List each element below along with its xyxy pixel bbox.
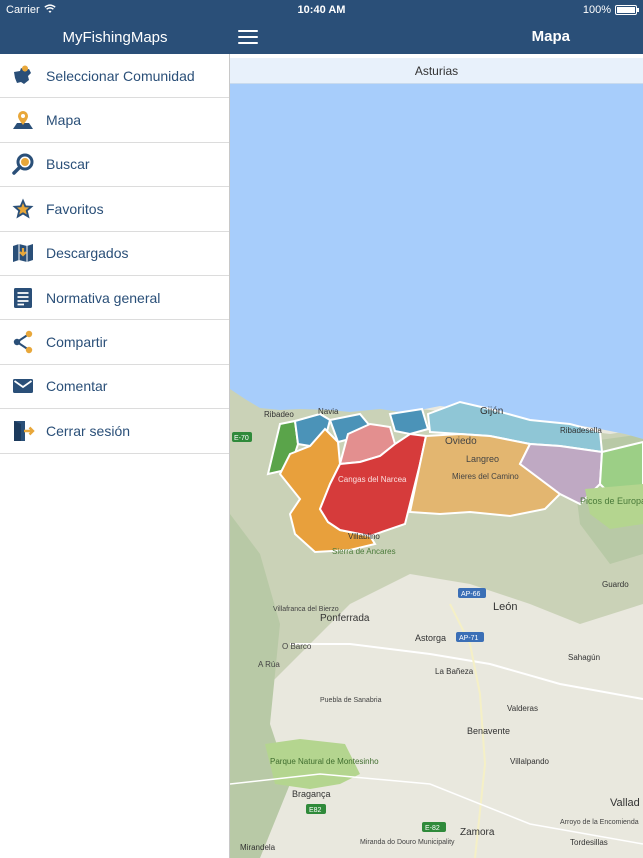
sidebar-item-buscar[interactable]: Buscar <box>0 143 229 188</box>
label-la-baneza: La Bañeza <box>435 667 474 676</box>
label-sahagun: Sahagún <box>568 653 600 662</box>
label-benavente: Benavente <box>467 726 510 736</box>
label-guardo: Guardo <box>602 580 629 589</box>
sidebar-item-label: Seleccionar Comunidad <box>46 67 195 84</box>
label-cangas: Cangas del Narcea <box>338 475 407 484</box>
label-zamora: Zamora <box>460 827 495 838</box>
label-ribadeo: Ribadeo <box>264 410 294 419</box>
map-pin-icon <box>10 107 36 133</box>
label-arroyo: Arroyo de la Encomienda <box>560 819 639 826</box>
label-montesinho: Parque Natural de Montesinho <box>270 757 379 766</box>
road-label-e82a: E82 <box>309 807 322 814</box>
sidebar-item-mapa[interactable]: Mapa <box>0 98 229 143</box>
label-braganca: Bragança <box>292 789 331 799</box>
label-navia: Navia <box>318 407 339 416</box>
label-miranda-douro: Miranda do Douro Municipality <box>360 839 455 846</box>
carrier-label: Carrier <box>6 4 40 16</box>
label-valladolid: Vallad <box>610 797 640 809</box>
sidebar-item-label: Buscar <box>46 156 90 173</box>
label-villablino: Villablino <box>348 532 380 541</box>
community-map-icon <box>10 63 36 89</box>
star-icon <box>10 196 36 222</box>
battery-icon <box>615 5 639 15</box>
road-label-ap71: AP-71 <box>459 635 479 642</box>
zone-teal-east <box>388 407 430 436</box>
menu-icon[interactable] <box>238 27 258 47</box>
label-villafranca: Villafranca del Bierzo <box>273 606 339 613</box>
label-ancares: Sierra de Ancares <box>332 547 396 556</box>
label-villalpando: Villalpando <box>510 757 550 766</box>
wifi-icon <box>43 3 56 17</box>
sidebar-item-label: Compartir <box>46 334 108 351</box>
download-map-icon <box>10 240 36 266</box>
sidebar-menu: Seleccionar Comunidad Mapa Buscar Favori… <box>0 54 229 454</box>
label-puebla-sanabria: Puebla de Sanabria <box>320 697 382 704</box>
document-icon <box>10 285 36 311</box>
sidebar-item-label: Normativa general <box>46 289 161 306</box>
sidebar-item-favoritos[interactable]: Favoritos <box>0 187 229 232</box>
mail-icon <box>10 373 36 399</box>
status-time: 10:40 AM <box>297 4 346 16</box>
label-mirandela: Mirandela <box>240 843 276 852</box>
label-arua: A Rúa <box>258 660 280 669</box>
label-tordesillas: Tordesillas <box>570 838 608 847</box>
road-label-e82b: E-82 <box>425 825 440 832</box>
sidebar-item-label: Mapa <box>46 112 82 129</box>
sidebar-item-descargados[interactable]: Descargados <box>0 232 229 276</box>
label-ribadesella: Ribadesella <box>560 426 602 435</box>
label-langreo: Langreo <box>466 454 499 464</box>
label-oviedo: Oviedo <box>445 436 477 447</box>
label-barco: O Barco <box>282 642 312 651</box>
status-bar: Carrier 10:40 AM 100% <box>0 0 643 20</box>
label-ponferrada: Ponferrada <box>320 613 370 624</box>
label-gijon: Gijón <box>480 406 503 417</box>
map-canvas[interactable]: Gijón Ribadesella Ribadeo Navia Oviedo L… <box>230 84 643 858</box>
status-left: Carrier <box>6 3 56 17</box>
page-title: Mapa <box>531 28 570 45</box>
nav-bar: Mapa <box>230 20 643 54</box>
battery-percent: 100% <box>582 4 611 16</box>
sidebar-item-compartir[interactable]: Compartir <box>0 320 229 365</box>
search-icon <box>10 151 36 177</box>
sidebar-item-seleccionar-comunidad[interactable]: Seleccionar Comunidad <box>0 54 229 99</box>
sidebar-item-cerrar-sesion[interactable]: Cerrar sesión <box>0 409 229 454</box>
region-label: Asturias <box>230 58 643 84</box>
share-icon <box>10 329 36 355</box>
main-panel: Mapa Asturias Gijón Ribadesella Ribadeo … <box>230 0 643 858</box>
sidebar: MyFishingMaps Seleccionar Comunidad Mapa… <box>0 0 230 858</box>
label-mieres: Mieres del Camino <box>452 472 519 481</box>
map-view[interactable]: Gijón Ribadesella Ribadeo Navia Oviedo L… <box>230 84 643 858</box>
sidebar-title: MyFishingMaps <box>0 20 230 54</box>
label-astorga: Astorga <box>415 633 446 643</box>
status-right: 100% <box>582 4 639 16</box>
label-picos: Picos de Europa <box>580 496 643 506</box>
label-leon: León <box>493 601 517 613</box>
road-label-e70: E-70 <box>234 435 249 442</box>
logout-icon <box>10 418 36 444</box>
sidebar-item-label: Cerrar sesión <box>46 422 131 439</box>
sidebar-item-label: Comentar <box>46 378 108 395</box>
road-label-ap66: AP-66 <box>461 591 481 598</box>
battery-level <box>617 7 635 13</box>
label-valderas: Valderas <box>507 704 538 713</box>
sidebar-item-label: Favoritos <box>46 200 104 217</box>
sidebar-item-label: Descargados <box>46 245 129 262</box>
map-sea <box>230 84 643 439</box>
sidebar-item-comentar[interactable]: Comentar <box>0 365 229 410</box>
sidebar-item-normativa-general[interactable]: Normativa general <box>0 276 229 321</box>
